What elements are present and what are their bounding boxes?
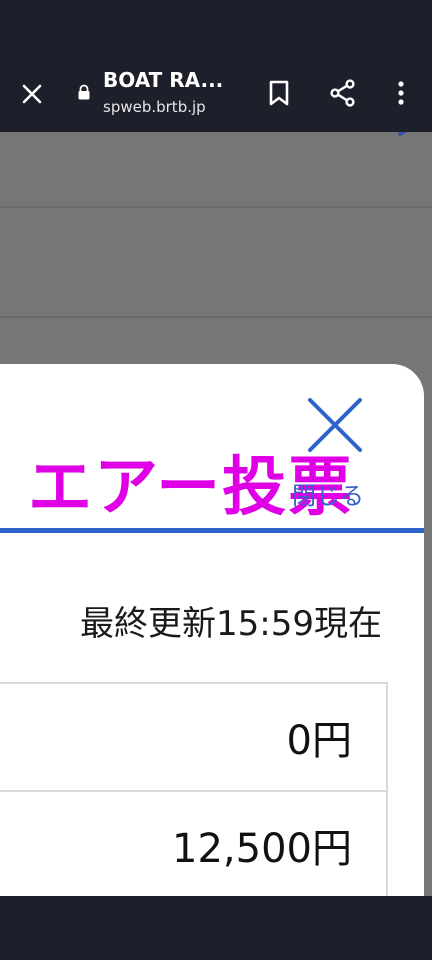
- browser-toolbar: BOAT RA... spweb.brtb.jp: [0, 0, 432, 132]
- close-tab-button[interactable]: [14, 76, 50, 112]
- divider: [0, 206, 432, 208]
- more-options-button[interactable]: [384, 74, 418, 112]
- close-icon: [22, 84, 42, 104]
- amount-cell: 0円: [0, 682, 388, 792]
- last-updated-text: 最終更新15:59現在: [80, 604, 382, 644]
- close-button-label[interactable]: 閉じる: [292, 476, 364, 511]
- more-vert-icon: [398, 81, 404, 105]
- share-button[interactable]: [326, 74, 360, 112]
- lock-icon: [78, 84, 90, 100]
- chevron-right-icon[interactable]: [394, 132, 426, 144]
- amount-cell: 12,500円: [0, 790, 388, 900]
- table-row: 0円: [0, 682, 388, 792]
- system-navigation-bar: [0, 896, 432, 960]
- title-divider: [0, 528, 424, 533]
- divider: [0, 316, 432, 318]
- page-title: BOAT RA...: [103, 68, 224, 92]
- page-url: spweb.brtb.jp: [103, 98, 206, 116]
- air-vote-modal: エアー投票 閉じる 最終更新15:59現在 0円 12,500円: [0, 364, 424, 904]
- close-icon[interactable]: [304, 394, 366, 456]
- share-icon: [330, 79, 355, 107]
- table-row: 12,500円: [0, 790, 388, 900]
- bookmark-button[interactable]: [262, 74, 296, 112]
- bookmark-icon: [269, 80, 289, 106]
- amount-table: 0円 12,500円: [0, 682, 388, 900]
